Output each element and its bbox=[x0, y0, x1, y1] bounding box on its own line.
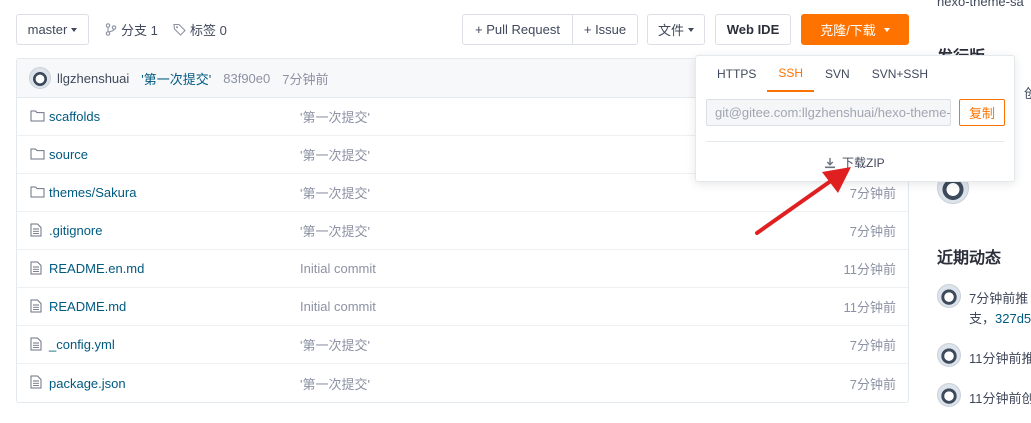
copy-button[interactable]: 复制 bbox=[959, 99, 1005, 126]
file-commit-message[interactable]: '第一次提交' bbox=[300, 183, 370, 202]
commit-message[interactable]: '第一次提交' bbox=[141, 69, 211, 88]
tab-ssh[interactable]: SSH bbox=[767, 56, 815, 92]
chevron-down-icon bbox=[883, 27, 890, 32]
clone-download-label: 克隆/下载 bbox=[820, 23, 876, 38]
table-row: _config.yml '第一次提交' 7分钟前 bbox=[17, 326, 908, 364]
commit-sha[interactable]: 83f90e0 bbox=[223, 71, 270, 86]
activity-avatar[interactable] bbox=[937, 383, 961, 407]
file-commit-message[interactable]: '第一次提交' bbox=[300, 221, 370, 240]
file-icon bbox=[30, 261, 42, 278]
activity-prefix: 支， bbox=[969, 311, 996, 326]
tab-svn[interactable]: SVN bbox=[814, 56, 861, 92]
file-commit-message[interactable]: '第一次提交' bbox=[300, 107, 370, 126]
file-commit-time: 7分钟前 bbox=[849, 338, 896, 353]
folder-icon bbox=[30, 147, 45, 163]
file-menu-button[interactable]: 文件 bbox=[647, 14, 705, 45]
clone-download-button[interactable]: 克隆/下载 bbox=[801, 14, 909, 45]
file-icon bbox=[30, 337, 42, 354]
activity-commit-link[interactable]: 327d5 bbox=[995, 311, 1031, 326]
branches-link[interactable]: 分支 1 bbox=[105, 14, 158, 45]
table-row: package.json '第一次提交' 7分钟前 bbox=[17, 364, 908, 402]
folder-icon bbox=[30, 109, 45, 125]
tab-svn-ssh[interactable]: SVN+SSH bbox=[861, 56, 939, 92]
file-commit-message[interactable]: Initial commit bbox=[300, 261, 376, 276]
tab-https[interactable]: HTTPS bbox=[706, 56, 767, 92]
file-commit-message[interactable]: '第一次提交' bbox=[300, 145, 370, 164]
pull-request-button[interactable]: + Pull Request bbox=[462, 14, 573, 45]
file-icon bbox=[30, 299, 42, 316]
file-icon bbox=[30, 375, 42, 392]
activity-text: 11分钟前创 bbox=[969, 391, 1031, 406]
tag-icon bbox=[173, 23, 186, 36]
branch-select[interactable]: master bbox=[16, 14, 89, 45]
activity-text: 7分钟前推 bbox=[969, 291, 1029, 306]
sidebar-repo-name[interactable]: hexo-theme-sa bbox=[937, 0, 1024, 9]
file-name-link[interactable]: .gitignore bbox=[49, 223, 102, 238]
file-commit-message[interactable]: '第一次提交' bbox=[300, 335, 370, 354]
divider bbox=[706, 141, 1004, 142]
releases-text-cut: 创 bbox=[1024, 86, 1031, 101]
annotation-arrow-icon bbox=[755, 167, 851, 235]
issue-button[interactable]: + Issue bbox=[572, 14, 638, 45]
branch-label: master bbox=[27, 22, 68, 37]
web-ide-button[interactable]: Web IDE bbox=[715, 14, 791, 45]
file-name-link[interactable]: themes/Sakura bbox=[49, 185, 136, 200]
file-commit-message[interactable]: Initial commit bbox=[300, 299, 376, 314]
table-row: README.en.md Initial commit 11分钟前 bbox=[17, 250, 908, 288]
tags-label: 标签 0 bbox=[190, 23, 227, 38]
commit-author[interactable]: llgzhenshuai bbox=[57, 71, 129, 86]
clone-url-field[interactable]: git@gitee.com:llgzhenshuai/hexo-theme-sa… bbox=[706, 99, 951, 126]
file-commit-time: 7分钟前 bbox=[849, 376, 896, 392]
table-row: README.md Initial commit 11分钟前 bbox=[17, 288, 908, 326]
file-name-link[interactable]: scaffolds bbox=[49, 109, 100, 124]
activity-text: 11分钟前推 bbox=[969, 351, 1031, 366]
file-name-link[interactable]: package.json bbox=[49, 376, 126, 391]
file-name-link[interactable]: source bbox=[49, 147, 88, 162]
branch-icon bbox=[105, 23, 117, 36]
chevron-down-icon bbox=[71, 27, 78, 32]
activity-avatar[interactable] bbox=[937, 343, 961, 367]
file-name-link[interactable]: _config.yml bbox=[49, 337, 115, 352]
file-commit-time: 11分钟前 bbox=[843, 262, 897, 277]
chevron-down-icon bbox=[688, 27, 694, 32]
file-name-link[interactable]: README.en.md bbox=[49, 261, 144, 276]
branches-label: 分支 1 bbox=[121, 23, 158, 38]
activity-heading: 近期动态 bbox=[937, 250, 1002, 267]
avatar[interactable] bbox=[29, 67, 51, 89]
file-commit-message[interactable]: '第一次提交' bbox=[300, 374, 370, 393]
commit-time: 7分钟前 bbox=[282, 71, 329, 87]
activity-avatar[interactable] bbox=[937, 284, 961, 308]
protocol-tabs: HTTPS SSH SVN SVN+SSH bbox=[706, 56, 939, 92]
file-name-link[interactable]: README.md bbox=[49, 299, 126, 314]
file-menu-label: 文件 bbox=[657, 23, 684, 38]
file-commit-time: 11分钟前 bbox=[843, 300, 897, 315]
tags-link[interactable]: 标签 0 bbox=[173, 14, 227, 45]
file-icon bbox=[30, 223, 42, 240]
activity-text-line2: 支，327d5 bbox=[969, 308, 1031, 327]
repo-toolbar: master 分支 1 标签 0 + Pull Request + Issue … bbox=[16, 14, 909, 45]
folder-icon bbox=[30, 185, 45, 201]
